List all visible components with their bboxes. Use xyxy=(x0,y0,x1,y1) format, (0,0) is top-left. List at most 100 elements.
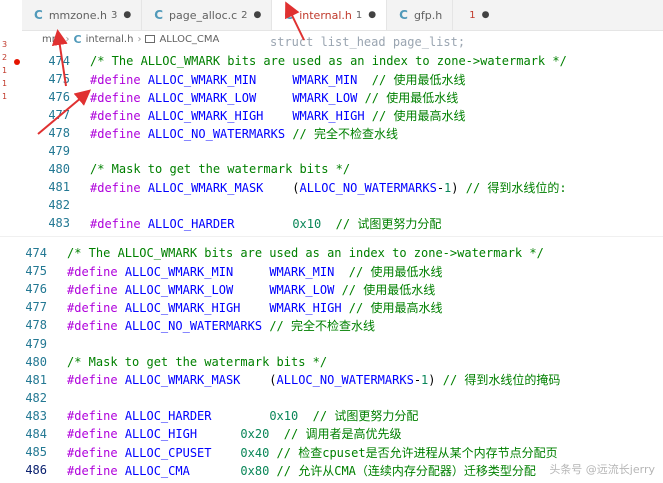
problem-count: 3 xyxy=(2,40,8,49)
tab-label: gfp.h xyxy=(413,8,443,22)
code-text: /* Mask to get the watermark bits */ xyxy=(67,354,328,369)
c-file-icon: C xyxy=(284,8,294,22)
line-number: 485 xyxy=(25,445,47,460)
code-text: #define ALLOC_WMARK_MASK (ALLOC_NO_WATER… xyxy=(90,180,567,195)
c-file-icon: C xyxy=(399,8,408,22)
code-text: #define ALLOC_CPUSET 0x40 // 检查cpuset是否允… xyxy=(67,445,558,460)
line-number: 474 xyxy=(48,54,70,68)
c-file-icon: C xyxy=(34,8,43,22)
line-number: 478 xyxy=(25,318,47,333)
code-text: /* The ALLOC_WMARK bits are used as an i… xyxy=(67,246,544,261)
problem-count-badge: 1 xyxy=(355,9,363,21)
problem-count: 1 xyxy=(2,92,8,101)
code-text: #define ALLOC_WMARK_LOW WMARK_LOW // 使用最… xyxy=(67,282,436,297)
code-line[interactable]: 485 #define ALLOC_CPUSET 0x40 // 检查cpuset… xyxy=(0,443,663,461)
line-number: 477 xyxy=(25,300,47,315)
code-line[interactable]: 476 #define ALLOC_WMARK_LOW WMARK_LOW // … xyxy=(22,88,663,106)
code-line[interactable]: 474 /* The ALLOC_WMARK bits are used as a… xyxy=(22,52,663,70)
code-text: #define ALLOC_WMARK_MASK (ALLOC_NO_WATER… xyxy=(67,373,561,388)
line-number: 476 xyxy=(48,90,70,104)
line-number: 480 xyxy=(48,162,70,176)
code-line[interactable]: 480 /* Mask to get the watermark bits */ xyxy=(22,160,663,178)
sticky-scroll-line: struct list_head page_list; xyxy=(270,35,466,49)
line-number: 479 xyxy=(25,336,47,351)
problem-count-badge: 3 xyxy=(110,9,118,21)
c-file-icon: C xyxy=(73,32,82,46)
line-number: 474 xyxy=(25,246,47,261)
line-number: 483 xyxy=(25,408,47,423)
code-line[interactable]: 474 /* The ALLOC_WMARK bits are used as a… xyxy=(0,244,663,262)
watermark-text: 头条号 @远流长jerry xyxy=(549,463,655,476)
divider xyxy=(0,236,663,237)
editor-tab[interactable]: Cmmzone.h 3 ● xyxy=(22,0,143,30)
code-line[interactable]: 482 xyxy=(0,389,663,407)
unsaved-dot-icon[interactable]: ● xyxy=(482,10,490,20)
problems-gutter: 32111 xyxy=(0,40,20,105)
code-text: #define ALLOC_HARDER 0x10 // 试图更努力分配 xyxy=(90,216,442,231)
line-number: 484 xyxy=(25,426,47,441)
code-text: #define ALLOC_HARDER 0x10 // 试图更努力分配 xyxy=(67,409,419,424)
line-number: 475 xyxy=(48,72,70,86)
unsaved-dot-icon[interactable]: ● xyxy=(254,10,262,20)
breadcrumb-symbol[interactable]: ALLOC_CMA xyxy=(159,34,219,45)
line-number: 481 xyxy=(25,372,47,387)
code-text: #define ALLOC_WMARK_HIGH WMARK_HIGH // 使… xyxy=(67,300,443,315)
chevron-right-icon: › xyxy=(65,33,70,45)
line-number: 486 xyxy=(25,463,47,478)
code-line[interactable]: 479 xyxy=(0,334,663,352)
problem-count: 1 xyxy=(2,66,8,75)
code-block-top: 474 /* The ALLOC_WMARK bits are used as a… xyxy=(22,52,663,232)
line-number: 477 xyxy=(48,108,70,122)
code-line[interactable]: 481 #define ALLOC_WMARK_MASK (ALLOC_NO_WA… xyxy=(22,178,663,196)
breadcrumb-file[interactable]: internal.h xyxy=(86,34,134,45)
code-text: #define ALLOC_NO_WATERMARKS // 完全不检查水线 xyxy=(67,318,375,333)
line-number: 478 xyxy=(48,126,70,140)
code-line[interactable]: 478 #define ALLOC_NO_WATERMARKS // 完全不检查水… xyxy=(0,316,663,334)
editor-tab-bar: Cmmzone.h 3 ● Cpage_alloc.c 2 ● Cinternal.h 1 ● C… xyxy=(22,0,663,31)
code-text: #define ALLOC_WMARK_LOW WMARK_LOW // 使用最… xyxy=(90,90,459,105)
unsaved-dot-icon[interactable]: ● xyxy=(368,10,376,20)
code-line[interactable]: 476 #define ALLOC_WMARK_LOW WMARK_LOW // … xyxy=(0,280,663,298)
line-number: 479 xyxy=(48,144,70,158)
code-line[interactable]: 478 #define ALLOC_NO_WATERMARKS // 完全不检查水… xyxy=(22,124,663,142)
code-text: #define ALLOC_WMARK_MIN WMARK_MIN // 使用最… xyxy=(90,72,466,87)
line-number: 482 xyxy=(25,390,47,405)
c-file-icon: C xyxy=(154,8,164,22)
code-line[interactable]: 480 /* Mask to get the watermark bits */ xyxy=(0,353,663,371)
chevron-right-icon: › xyxy=(137,33,142,45)
editor-tab[interactable]: Cpage_alloc.c 2 ● xyxy=(142,0,273,30)
code-line[interactable]: 479 xyxy=(22,142,663,160)
line-number: 476 xyxy=(25,282,47,297)
editor-tab[interactable]: 1 ● xyxy=(453,0,499,30)
code-line[interactable]: 484 #define ALLOC_HIGH 0x20 // 调用者是高优先级 xyxy=(0,425,663,443)
tab-label: mmzone.h xyxy=(48,8,107,22)
line-number: 475 xyxy=(25,264,47,279)
breakpoint-dot-icon[interactable] xyxy=(14,59,20,65)
code-line[interactable]: 483 #define ALLOC_HARDER 0x10 // 试图更努力分配 xyxy=(22,214,663,232)
code-text: /* The ALLOC_WMARK bits are used as an i… xyxy=(90,54,567,68)
code-line[interactable]: 481 #define ALLOC_WMARK_MASK (ALLOC_NO_WA… xyxy=(0,371,663,389)
code-line[interactable]: 483 #define ALLOC_HARDER 0x10 // 试图更努力分配 xyxy=(0,407,663,425)
line-number: 483 xyxy=(48,216,70,230)
unsaved-dot-icon[interactable]: ● xyxy=(123,10,131,20)
code-text: #define ALLOC_WMARK_MIN WMARK_MIN // 使用最… xyxy=(67,264,443,279)
code-line[interactable]: 475 #define ALLOC_WMARK_MIN WMARK_MIN // … xyxy=(22,70,663,88)
line-number: 480 xyxy=(25,354,47,369)
code-text: /* Mask to get the watermark bits */ xyxy=(90,162,351,176)
problem-count-badge: 2 xyxy=(241,9,248,21)
line-number: 482 xyxy=(48,198,70,212)
code-text: #define ALLOC_NO_WATERMARKS // 完全不检查水线 xyxy=(90,126,398,141)
editor-screenshot-top: Cmmzone.h 3 ● Cpage_alloc.c 2 ● Cinternal.h 1 ● C… xyxy=(0,0,663,236)
code-line[interactable]: 482 xyxy=(22,196,663,214)
code-block-bottom: 474 /* The ALLOC_WMARK bits are used as a… xyxy=(0,244,663,479)
code-line[interactable]: 477 #define ALLOC_WMARK_HIGH WMARK_HIGH /… xyxy=(0,298,663,316)
code-text: #define ALLOC_HIGH 0x20 // 调用者是高优先级 xyxy=(67,427,402,442)
editor-tab[interactable]: Cinternal.h 1 ● xyxy=(272,0,388,30)
code-text: #define ALLOC_WMARK_HIGH WMARK_HIGH // 使… xyxy=(90,108,466,123)
tab-label: internal.h xyxy=(299,8,352,22)
breadcrumb-folder[interactable]: mm xyxy=(42,34,61,45)
code-line[interactable]: 477 #define ALLOC_WMARK_HIGH WMARK_HIGH /… xyxy=(22,106,663,124)
editor-tab[interactable]: Cgfp.h xyxy=(387,0,454,30)
problem-count: 1 xyxy=(2,79,8,88)
code-line[interactable]: 475 #define ALLOC_WMARK_MIN WMARK_MIN // … xyxy=(0,262,663,280)
